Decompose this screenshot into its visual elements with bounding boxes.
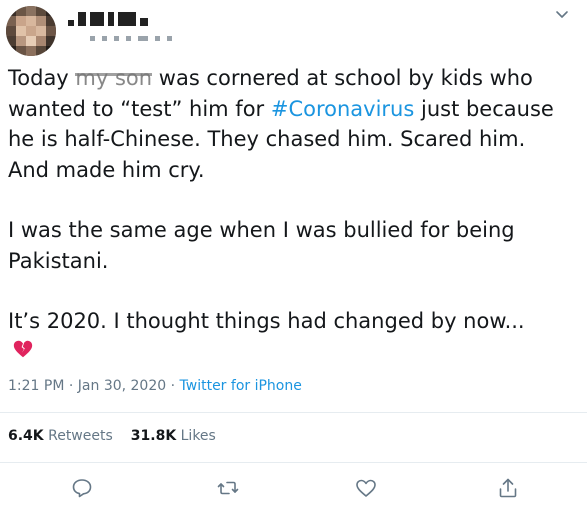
retweet-icon[interactable] — [216, 476, 240, 500]
broken-heart-icon — [13, 340, 33, 358]
reply-icon[interactable] — [70, 476, 94, 500]
divider — [0, 462, 587, 463]
retweets-count: 6.4K — [8, 428, 44, 444]
avatar[interactable] — [6, 6, 56, 56]
tweet-text: Today my son was cornered at school by k… — [8, 63, 583, 337]
tweet-text-segment: was cornered at school by kids who — [152, 66, 533, 90]
tweet-card: Today my son was cornered at school by k… — [0, 0, 587, 516]
likes-label: Likes — [180, 428, 216, 444]
tweet-line: I was the same age when I was bullied fo… — [8, 218, 515, 242]
tweet-text-segment: wanted to “test” him for — [8, 96, 271, 121]
tweet-time[interactable]: 1:21 PM — [8, 378, 64, 394]
retweets-stat[interactable]: 6.4K Retweets — [8, 428, 113, 444]
tweet-line: wanted to “test” him for #Coronavirus ju… — [8, 94, 583, 125]
tweet-meta: 1:21 PM · Jan 30, 2020 · Twitter for iPh… — [8, 378, 302, 394]
redacted-text-content: my son — [75, 66, 153, 90]
likes-stat[interactable]: 31.8K Likes — [131, 428, 216, 444]
retweets-label: Retweets — [48, 428, 113, 444]
likes-count: 31.8K — [130, 428, 177, 444]
tweet-line: Pakistani. — [8, 248, 109, 273]
tweet-line: Today my son was cornered at school by k… — [8, 63, 583, 94]
redacted-text: my son — [75, 63, 153, 94]
share-icon[interactable] — [496, 476, 520, 500]
meta-separator: · — [64, 378, 78, 394]
tweet-line: It’s 2020. I thought things had changed … — [8, 309, 525, 333]
display-name-redacted[interactable] — [68, 12, 148, 28]
tweet-text-segment: just because — [414, 96, 554, 121]
tweet-actions — [0, 476, 587, 500]
meta-separator: · — [166, 378, 180, 394]
redaction-bar — [75, 73, 153, 76]
tweet-date[interactable]: Jan 30, 2020 — [78, 378, 166, 394]
tweet-line: And made him cry. — [8, 157, 205, 182]
tweet-text-segment: Today — [8, 66, 76, 90]
like-heart-icon[interactable] — [354, 476, 378, 500]
tweet-line: he is half-Chinese. They chased him. Sca… — [8, 127, 526, 151]
tweet-source-link[interactable]: Twitter for iPhone — [180, 378, 302, 394]
user-handle-redacted[interactable] — [90, 36, 172, 41]
divider — [0, 412, 587, 413]
hashtag-link[interactable]: #Coronavirus — [271, 97, 414, 121]
chevron-down-icon[interactable] — [555, 8, 569, 22]
tweet-stats: 6.4K Retweets 31.8K Likes — [8, 428, 216, 444]
